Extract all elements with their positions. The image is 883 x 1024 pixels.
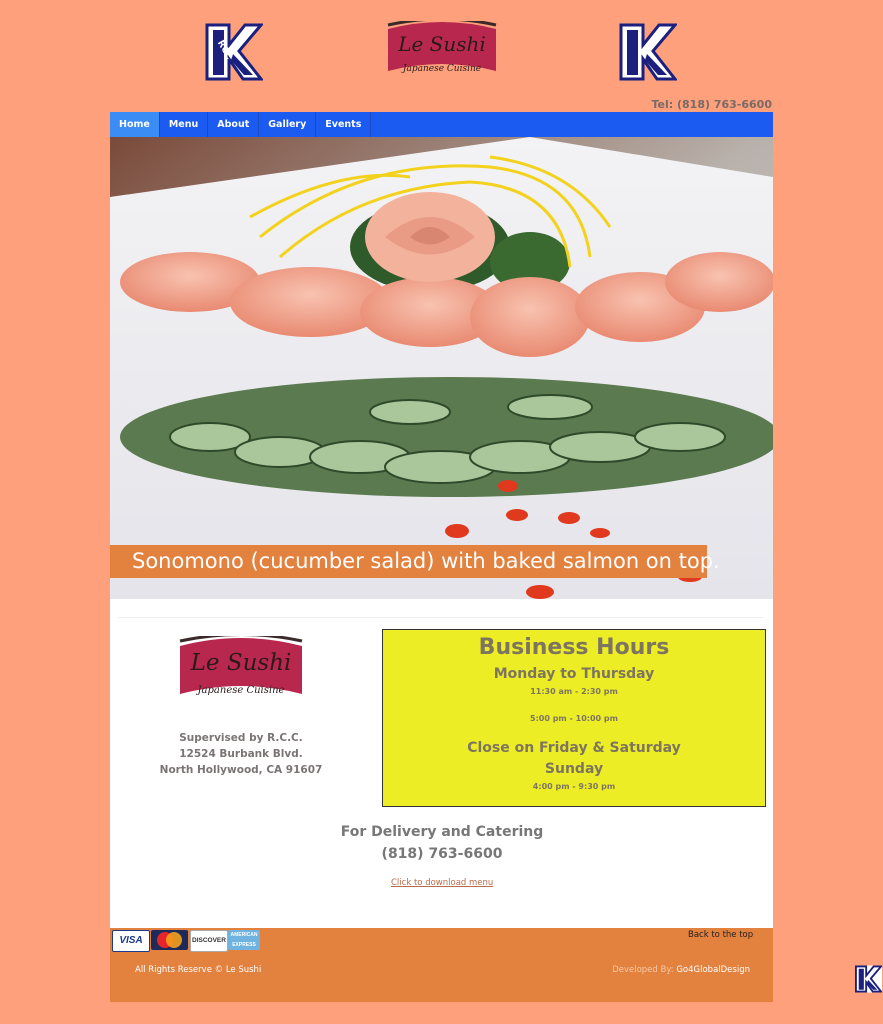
- weekend-title-1: Close on Friday & Saturday: [467, 740, 681, 756]
- nav-gallery[interactable]: Gallery: [259, 112, 317, 137]
- street-address: 12524 Burbank Blvd.: [179, 748, 303, 760]
- amex-card-icon: AMERICAN EXPRESS: [228, 930, 260, 950]
- hero-caption: Sonomono (cucumber salad) with baked sal…: [110, 545, 720, 578]
- discover-card-icon: DISCOVER: [190, 930, 228, 952]
- logo-tagline: Japanese Cuisine: [401, 64, 481, 74]
- developed-by-label: Developed By:: [612, 965, 674, 975]
- business-hours-panel: Business Hours Monday to Thursday 11:30 …: [382, 629, 766, 807]
- main-nav: Home Menu About Gallery Events: [110, 112, 773, 137]
- rcc-corner-logo[interactable]: [855, 965, 882, 993]
- mastercard-card-icon: [151, 930, 188, 950]
- nav-menu[interactable]: Menu: [160, 112, 209, 137]
- le-sushi-logo[interactable]: Le Sushi Japanese Cuisine: [386, 21, 498, 83]
- weekday-lunch: 11:30 am - 2:30 pm: [530, 687, 618, 696]
- developed-by: Developed By: Go4GlobalDesign: [612, 965, 750, 975]
- nav-home[interactable]: Home: [110, 112, 160, 137]
- hours-title: Business Hours: [478, 635, 670, 660]
- logo-brand-name: Le Sushi: [397, 32, 486, 56]
- weekend-hours: 4:00 pm - 9:30 pm: [532, 782, 616, 791]
- rcc-logo-right: [619, 23, 677, 81]
- city-address: North Hollywood, CA 91607: [159, 764, 323, 776]
- hero-dish-image: [110, 137, 773, 599]
- back-to-top-link[interactable]: Back to the top: [688, 930, 753, 940]
- content-divider: [118, 617, 763, 618]
- delivery-block: For Delivery and Catering (818) 763-6600: [300, 824, 584, 862]
- address-block: Supervised by R.C.C. 12524 Burbank Blvd.…: [140, 730, 342, 778]
- le-sushi-logo-body: Le Sushi Japanese Cuisine: [179, 636, 303, 696]
- body-logo-tagline: Japanese Cuisine: [196, 685, 285, 696]
- nav-events[interactable]: Events: [316, 112, 372, 137]
- weekend-title-2: Sunday: [544, 761, 604, 777]
- visa-card-icon: VISA: [112, 930, 150, 952]
- download-menu-link[interactable]: Click to download menu: [391, 878, 493, 888]
- copyright: All Rights Reserve © Le Sushi: [135, 965, 262, 975]
- header-phone: Tel: (818) 763-6600: [651, 98, 773, 111]
- body-logo-brand-name: Le Sushi: [190, 650, 292, 676]
- weekday-title: Monday to Thursday: [493, 666, 655, 682]
- supervised-by: Supervised by R.C.C.: [179, 732, 303, 744]
- nav-about[interactable]: About: [208, 112, 260, 137]
- mastercard-circles-icon: [157, 932, 182, 948]
- delivery-phone: (818) 763-6600: [381, 846, 503, 862]
- delivery-title: For Delivery and Catering: [340, 824, 544, 840]
- rcc-logo-left: RCC: [205, 23, 263, 81]
- weekday-dinner: 5:00 pm - 10:00 pm: [530, 714, 618, 723]
- developer-link[interactable]: Go4GlobalDesign: [676, 965, 750, 975]
